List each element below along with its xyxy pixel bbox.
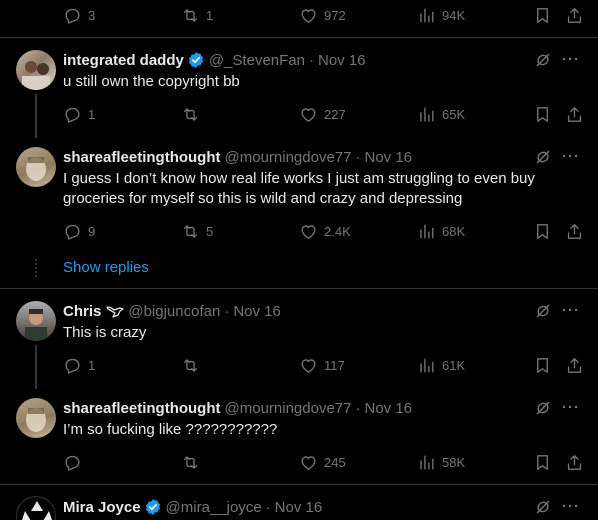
display-name[interactable]: Mira Joyce	[63, 499, 141, 516]
handle[interactable]: @mira__joyce	[166, 499, 262, 516]
tweet[interactable]: Mira Joyce @mira__joyce · Nov 16 ···	[0, 0, 598, 520]
more-options-icon[interactable]: ···	[562, 498, 580, 515]
avatar[interactable]	[16, 496, 56, 520]
grok-icon[interactable]	[534, 498, 552, 516]
separator-dot: ·	[265, 498, 271, 516]
avatar-image	[22, 501, 52, 520]
tweet-header: Mira Joyce @mira__joyce · Nov 16	[63, 497, 582, 517]
timestamp[interactable]: Nov 16	[275, 499, 323, 516]
verified-badge-icon	[144, 498, 162, 516]
